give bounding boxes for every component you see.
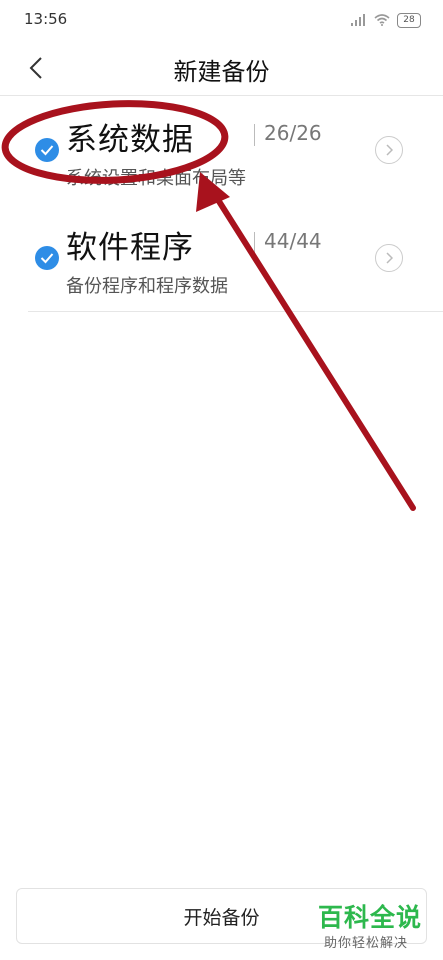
- chevron-right-icon[interactable]: [375, 136, 403, 164]
- app-header: 新建备份: [0, 40, 443, 96]
- list-item-apps[interactable]: 软件程序 44/44 备份程序和程序数据: [0, 204, 443, 312]
- status-bar: 13:56 28: [0, 0, 443, 40]
- chevron-right-icon[interactable]: [375, 244, 403, 272]
- item-subtitle: 系统设置和桌面布局等: [66, 168, 246, 189]
- status-time: 13:56: [24, 10, 68, 28]
- item-title: 系统数据: [66, 122, 194, 158]
- wifi-icon: [374, 11, 390, 30]
- list-item-system-data[interactable]: 系统数据 26/26 系统设置和桌面布局等: [0, 96, 443, 204]
- signal-icon: [351, 11, 367, 30]
- list-divider: [28, 311, 443, 312]
- item-divider: [254, 124, 255, 146]
- watermark-subtitle: 助你轻松解决: [324, 936, 409, 951]
- status-icons: 28: [351, 11, 421, 30]
- item-count: 26/26: [264, 121, 322, 145]
- checkbox-checked-icon[interactable]: [35, 138, 59, 162]
- checkbox-checked-icon[interactable]: [35, 246, 59, 270]
- battery-icon: 28: [397, 13, 421, 28]
- item-divider: [254, 232, 255, 254]
- page-title: 新建备份: [173, 58, 270, 86]
- start-backup-label: 开始备份: [183, 906, 260, 929]
- item-title: 软件程序: [66, 230, 194, 266]
- watermark-title: 百科全说: [318, 903, 423, 932]
- item-count: 44/44: [264, 229, 322, 253]
- item-subtitle: 备份程序和程序数据: [66, 276, 228, 297]
